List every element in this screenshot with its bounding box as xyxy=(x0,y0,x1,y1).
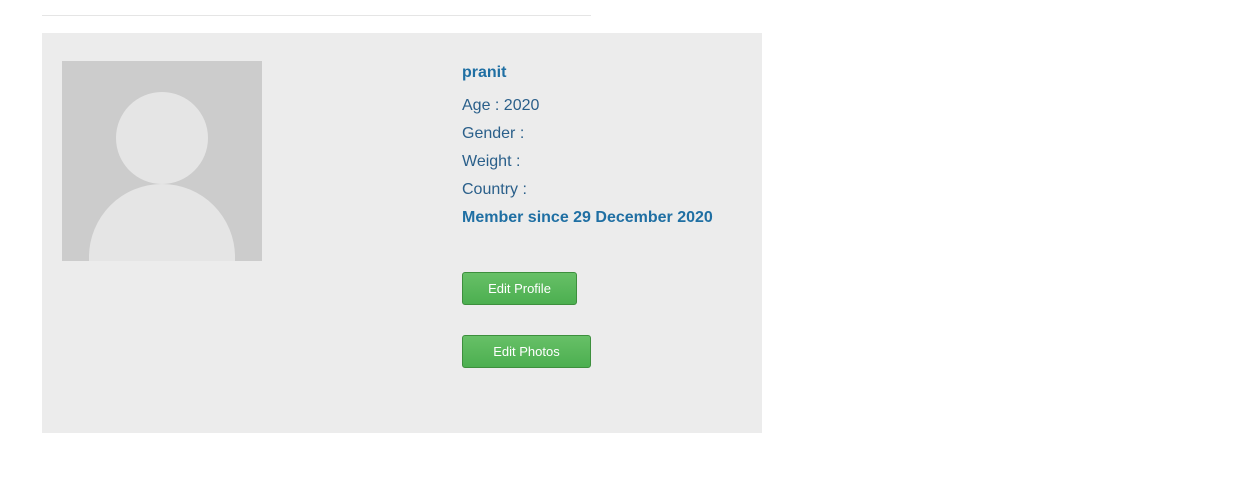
avatar-body-shape xyxy=(89,184,235,261)
profile-country: Country : xyxy=(462,181,527,198)
default-user-avatar-icon xyxy=(62,61,262,261)
profile-card: pranit Age : 2020 Gender : Weight : Coun… xyxy=(42,33,762,433)
edit-profile-button[interactable]: Edit Profile xyxy=(462,272,577,305)
profile-username: pranit xyxy=(462,64,507,81)
avatar-head-shape xyxy=(116,92,208,184)
member-since: Member since 29 December 2020 xyxy=(462,209,713,226)
profile-gender: Gender : xyxy=(462,125,525,142)
edit-photos-button[interactable]: Edit Photos xyxy=(462,335,591,368)
profile-weight: Weight : xyxy=(462,153,521,170)
profile-age: Age : 2020 xyxy=(462,97,540,114)
top-divider xyxy=(42,15,591,16)
